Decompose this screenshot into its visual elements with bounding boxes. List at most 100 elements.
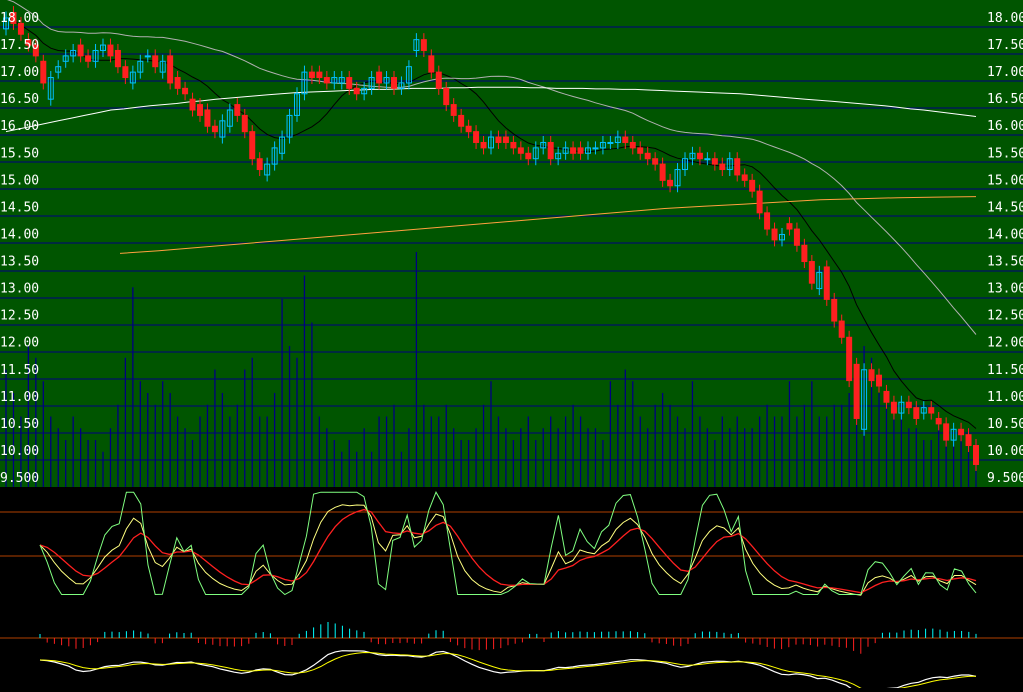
left-tick-label: 12.00 xyxy=(0,336,39,351)
candle-body xyxy=(831,298,838,322)
candle-body xyxy=(107,44,114,57)
candle-body xyxy=(502,136,509,143)
candle-body xyxy=(391,77,397,89)
candle-body xyxy=(316,71,323,79)
candle-body xyxy=(629,141,636,149)
candle-body xyxy=(182,87,189,95)
right-tick-label: 12.00 xyxy=(987,336,1023,351)
left-tick-label: 11.00 xyxy=(0,390,39,405)
candle-body xyxy=(144,55,151,58)
stock-chart: 18.00 18.00 17.50 17.50 17.00 17.00 16.50 16.50… xyxy=(0,0,1023,692)
candle-body xyxy=(241,114,248,133)
candle-body xyxy=(443,87,450,106)
chart-svg: 18.00 18.00 17.50 17.50 17.00 17.00 16.50 16.50… xyxy=(0,0,1023,692)
left-tick-label: 16.50 xyxy=(0,92,39,107)
candle-body xyxy=(174,77,181,89)
candle-body xyxy=(913,407,920,419)
candle-body xyxy=(211,125,218,133)
candle-body xyxy=(40,60,47,84)
candle-body xyxy=(711,158,718,165)
kdj-indicator-panel xyxy=(0,491,1023,596)
left-tick-label: 9.500 xyxy=(0,471,39,486)
candle-body xyxy=(480,141,487,149)
candle-body xyxy=(592,147,599,150)
right-tick-label: 13.00 xyxy=(987,282,1023,297)
candle-body xyxy=(965,434,972,447)
candle-body xyxy=(667,179,674,187)
candle-body xyxy=(823,266,830,300)
candle-body xyxy=(846,336,853,382)
left-tick-label: 14.00 xyxy=(0,227,39,242)
right-tick-label: 14.50 xyxy=(987,200,1023,215)
candle-body xyxy=(943,423,950,441)
candle-body xyxy=(786,223,793,230)
candle-body xyxy=(152,55,159,68)
candle-body xyxy=(85,55,92,62)
kdj-j-line xyxy=(39,491,977,596)
left-tick-label: 10.00 xyxy=(0,444,39,459)
kdj-d-line xyxy=(39,508,977,594)
candle-body xyxy=(435,71,442,89)
candle-body xyxy=(704,158,711,161)
candle-body xyxy=(771,228,778,241)
left-tick-label: 18.00 xyxy=(0,11,39,26)
candle-body xyxy=(234,104,241,116)
candle-body xyxy=(346,77,353,89)
candle-body xyxy=(890,401,897,414)
candle-body xyxy=(607,141,614,144)
right-tick-label: 11.00 xyxy=(987,390,1023,405)
candle-body xyxy=(167,55,174,84)
candle-body xyxy=(77,44,84,57)
right-tick-label: 12.50 xyxy=(987,309,1023,324)
right-tick-label: 10.00 xyxy=(987,444,1023,459)
candle-body xyxy=(204,109,211,127)
left-tick-label: 13.50 xyxy=(0,255,39,270)
right-tick-label: 15.00 xyxy=(987,173,1023,188)
candle-body xyxy=(308,71,315,79)
candle-body xyxy=(793,228,800,246)
candle-body xyxy=(644,152,651,160)
candle-body xyxy=(764,212,771,230)
candle-body xyxy=(510,141,517,149)
left-tick-label: 11.50 xyxy=(0,363,39,378)
candle-body xyxy=(659,163,666,181)
candle-body xyxy=(928,407,935,414)
candle-body xyxy=(749,179,756,192)
candle-body xyxy=(495,136,502,143)
right-tick-label: 16.00 xyxy=(987,119,1023,134)
right-tick-label: 15.50 xyxy=(987,146,1023,161)
left-tick-label: 12.50 xyxy=(0,309,39,324)
left-tick-label: 16.00 xyxy=(0,119,39,134)
candle-body xyxy=(353,87,360,95)
candle-body xyxy=(868,369,875,382)
candle-body xyxy=(570,147,577,154)
candle-body xyxy=(853,363,860,419)
left-tick-label: 17.50 xyxy=(0,38,39,53)
candle-body xyxy=(637,147,644,154)
right-tick-label: 13.50 xyxy=(987,255,1023,270)
candle-body xyxy=(905,401,912,409)
candle-body xyxy=(256,158,263,171)
left-tick-label: 13.00 xyxy=(0,282,39,297)
candle-body xyxy=(547,141,554,160)
candle-body xyxy=(652,158,659,165)
candle-body xyxy=(458,114,465,127)
candle-body xyxy=(197,104,203,116)
candle-body xyxy=(525,152,532,160)
candle-body xyxy=(114,49,121,68)
candle-body xyxy=(323,77,330,84)
right-tick-label: 10.50 xyxy=(987,417,1023,432)
candle-body xyxy=(876,374,882,387)
candle-body xyxy=(465,125,472,133)
right-tick-label: 9.500 xyxy=(987,471,1023,486)
candle-body xyxy=(622,136,629,143)
candle-body xyxy=(517,147,524,154)
macd-dif-line xyxy=(39,650,977,692)
candle-body xyxy=(473,131,480,143)
candle-body xyxy=(808,261,815,284)
candle-body xyxy=(883,390,890,403)
candle-body xyxy=(719,163,726,171)
candle-body xyxy=(756,190,763,214)
candle-body xyxy=(734,158,741,176)
right-tick-label: 16.50 xyxy=(987,92,1023,107)
